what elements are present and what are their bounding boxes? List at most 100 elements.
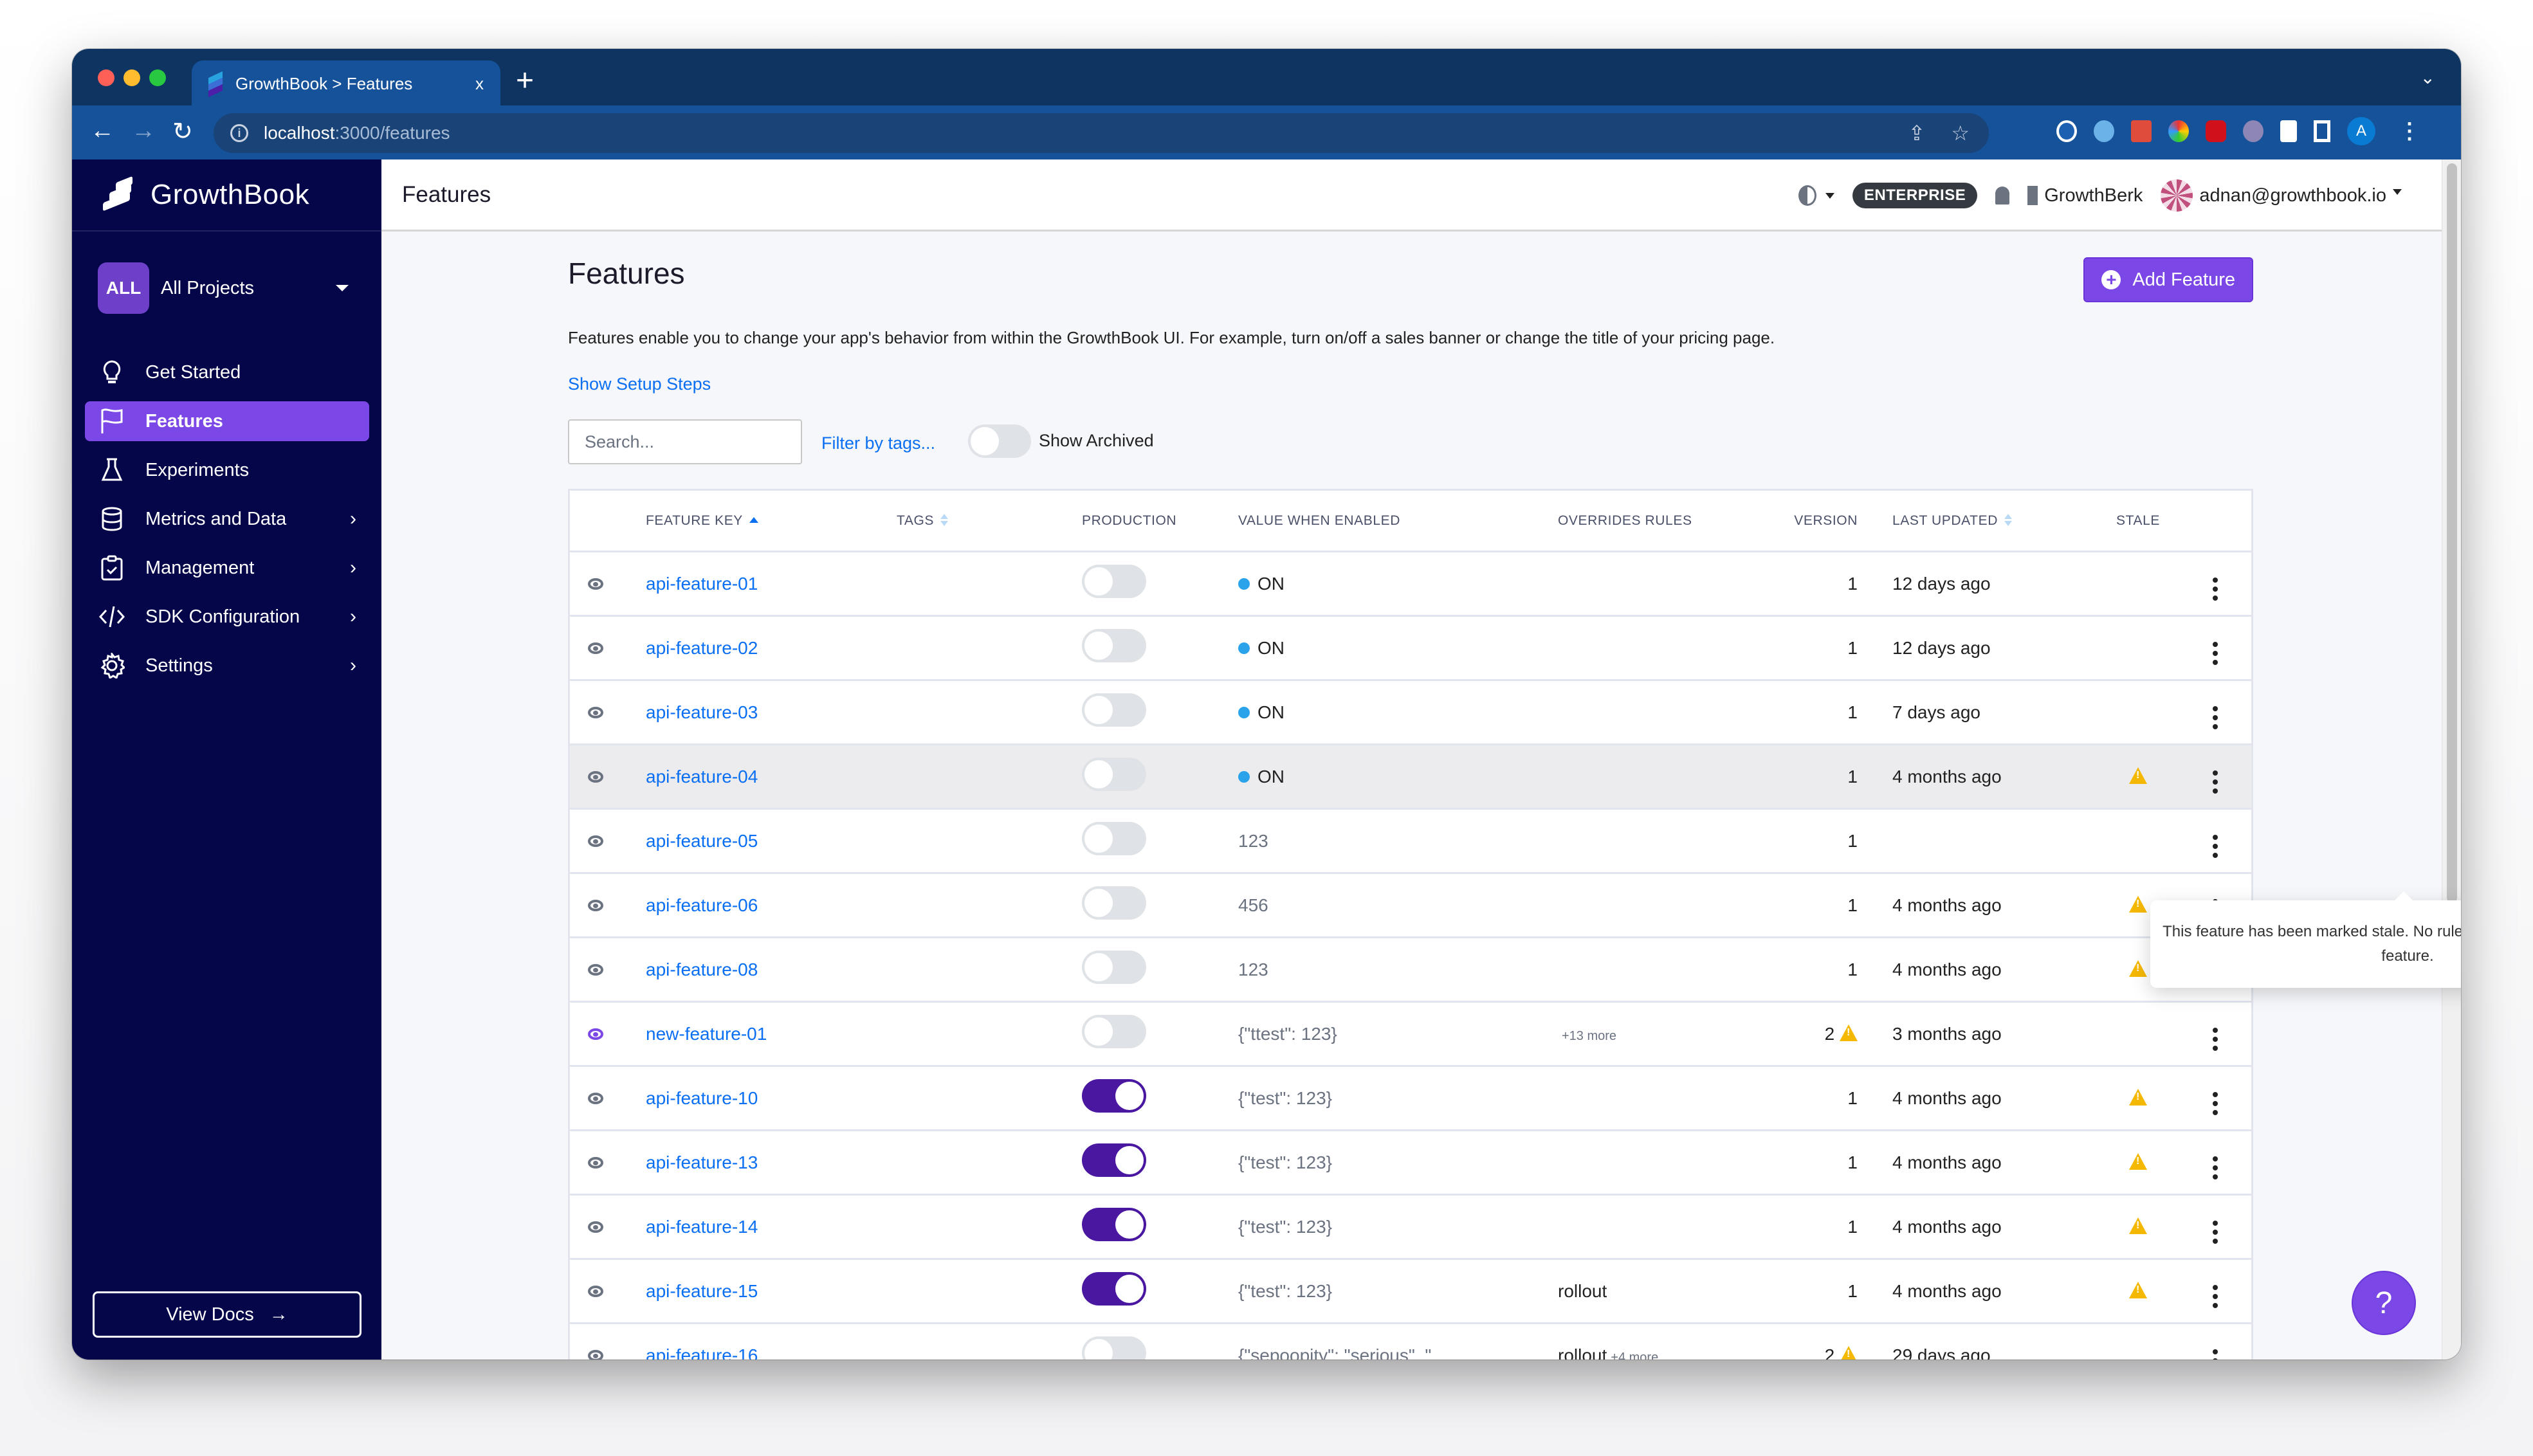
table-row[interactable]: api-feature-01 ON 1 12 days ago (570, 552, 2251, 617)
table-row[interactable]: api-feature-02 ON 1 12 days ago (570, 617, 2251, 681)
stale-warning-icon[interactable] (2129, 1152, 2147, 1170)
table-row[interactable]: api-feature-04 ON 1 4 months ago (570, 745, 2251, 810)
vimium-extension-icon[interactable] (2094, 120, 2114, 142)
eye-icon[interactable] (588, 835, 603, 847)
eye-icon[interactable] (588, 1349, 603, 1360)
bookmark-star-icon[interactable]: ☆ (1951, 121, 1970, 145)
theme-selector[interactable] (1798, 185, 1834, 206)
table-row[interactable]: api-feature-13 {"test": 123} 1 4 months ago (570, 1131, 2251, 1196)
sidebar-item-features[interactable]: Features (85, 401, 369, 441)
feature-key-link[interactable]: api-feature-04 (646, 767, 758, 787)
add-feature-button[interactable]: + Add Feature (2083, 257, 2253, 302)
row-menu-icon[interactable] (2213, 835, 2218, 858)
new-tab-button[interactable]: + (516, 63, 534, 98)
feature-key-link[interactable]: api-feature-05 (646, 831, 758, 851)
feature-key-link[interactable]: api-feature-02 (646, 638, 758, 658)
table-row[interactable]: api-feature-05 123 1 (570, 810, 2251, 874)
tab-search-chevron-icon[interactable]: ⌄ (2420, 67, 2435, 88)
row-menu-icon[interactable] (2213, 1028, 2218, 1051)
eye-icon[interactable] (588, 770, 603, 783)
project-selector[interactable]: ALL All Projects (98, 262, 361, 314)
header-feature-key[interactable]: FEATURE KEY (646, 513, 897, 529)
view-docs-button[interactable]: View Docs → (93, 1291, 361, 1338)
search-input[interactable] (568, 419, 802, 464)
production-toggle[interactable] (1082, 693, 1146, 727)
maximize-window-button[interactable] (149, 69, 166, 86)
warning-icon[interactable] (1840, 1345, 1858, 1360)
row-menu-icon[interactable] (2213, 1092, 2218, 1115)
sidebar-item-metrics-and-data[interactable]: Metrics and Data › (85, 499, 369, 539)
row-menu-icon[interactable] (2213, 1156, 2218, 1179)
puzzle-extensions-icon[interactable] (2280, 120, 2297, 142)
profile-avatar[interactable]: A (2347, 117, 2375, 145)
table-row[interactable]: api-feature-10 {"test": 123} 1 4 months ago (570, 1067, 2251, 1131)
sidebar-item-settings[interactable]: Settings › (85, 646, 369, 686)
row-menu-icon[interactable] (2213, 642, 2218, 665)
adblock-extension-icon[interactable] (2206, 120, 2226, 142)
side-panel-icon[interactable] (2314, 120, 2330, 142)
eye-icon[interactable] (588, 1092, 603, 1104)
eye-icon[interactable] (588, 578, 603, 590)
feature-key-link[interactable]: api-feature-10 (646, 1088, 758, 1108)
production-toggle[interactable] (1082, 629, 1146, 662)
help-button[interactable]: ? (2352, 1271, 2416, 1335)
production-toggle[interactable] (1082, 886, 1146, 920)
sidebar-item-get-started[interactable]: Get Started (85, 352, 369, 392)
header-tags[interactable]: TAGS (897, 513, 1082, 529)
sidebar-item-management[interactable]: Management › (85, 548, 369, 588)
sidebar-item-sdk-configuration[interactable]: SDK Configuration › (85, 597, 369, 637)
feature-key-link[interactable]: api-feature-13 (646, 1152, 758, 1172)
production-toggle[interactable] (1082, 1336, 1146, 1360)
browser-menu-icon[interactable]: ⋮ (2399, 118, 2420, 144)
row-menu-icon[interactable] (2213, 1221, 2218, 1244)
production-toggle[interactable] (1082, 1015, 1146, 1048)
table-row[interactable]: api-feature-16 {"sepoopity": "serious", "… (570, 1324, 2251, 1360)
scrollbar[interactable] (2442, 159, 2461, 1360)
table-row[interactable]: new-feature-01 {"ttest": 123} +13 more 2 3 … (570, 1003, 2251, 1067)
share-icon[interactable]: ⇪ (1908, 121, 1926, 145)
stale-warning-icon[interactable] (2129, 1281, 2147, 1298)
eye-icon[interactable] (588, 1028, 603, 1040)
eye-icon[interactable] (588, 1285, 603, 1297)
sidebar-item-experiments[interactable]: Experiments (85, 450, 369, 490)
stale-warning-icon[interactable] (2129, 767, 2147, 784)
minimize-window-button[interactable] (123, 69, 140, 86)
production-toggle[interactable] (1082, 1143, 1146, 1177)
bell-icon[interactable] (1995, 187, 2010, 205)
production-toggle[interactable] (1082, 951, 1146, 984)
scrollbar-thumb[interactable] (2447, 163, 2457, 903)
address-bar[interactable]: i localhost:3000/features ⇪ ☆ (214, 113, 1989, 153)
feature-key-link[interactable]: api-feature-01 (646, 574, 758, 594)
password-manager-extension-icon[interactable] (2056, 120, 2077, 142)
overrides-more[interactable]: +13 more (1562, 1029, 1616, 1043)
browser-tab[interactable]: GrowthBook > Features x (192, 60, 500, 107)
feature-key-link[interactable]: api-feature-06 (646, 895, 758, 915)
logo[interactable]: GrowthBook (72, 159, 381, 232)
eye-icon[interactable] (588, 1156, 603, 1169)
production-toggle[interactable] (1082, 1208, 1146, 1241)
reload-icon[interactable]: ↻ (172, 117, 193, 146)
row-menu-icon[interactable] (2213, 1285, 2218, 1308)
row-menu-icon[interactable] (2213, 578, 2218, 601)
production-toggle[interactable] (1082, 1272, 1146, 1306)
organization-selector[interactable]: GrowthBerk (2027, 185, 2143, 206)
row-menu-icon[interactable] (2213, 706, 2218, 729)
table-row[interactable]: api-feature-14 {"test": 123} 1 4 months ago (570, 1196, 2251, 1260)
eye-icon[interactable] (588, 963, 603, 976)
row-menu-icon[interactable] (2213, 1349, 2218, 1360)
production-toggle[interactable] (1082, 758, 1146, 791)
feature-key-link[interactable]: api-feature-15 (646, 1281, 758, 1301)
back-arrow-icon[interactable]: ← (90, 117, 114, 145)
stale-warning-icon[interactable] (2129, 1217, 2147, 1234)
color-picker-extension-icon[interactable] (2168, 120, 2189, 142)
user-menu[interactable]: adnan@growthbook.io (2161, 179, 2402, 212)
table-row[interactable]: api-feature-06 456 1 4 months ago (570, 874, 2251, 938)
stale-warning-icon[interactable] (2129, 960, 2147, 977)
table-row[interactable]: api-feature-15 {"test": 123} rollout 1 4 mon… (570, 1260, 2251, 1324)
react-devtools-extension-icon[interactable] (2131, 120, 2152, 142)
warning-icon[interactable] (1840, 1024, 1858, 1041)
stale-warning-icon[interactable] (2129, 895, 2147, 913)
eye-icon[interactable] (588, 899, 603, 911)
production-toggle[interactable] (1082, 565, 1146, 598)
close-window-button[interactable] (98, 69, 114, 86)
